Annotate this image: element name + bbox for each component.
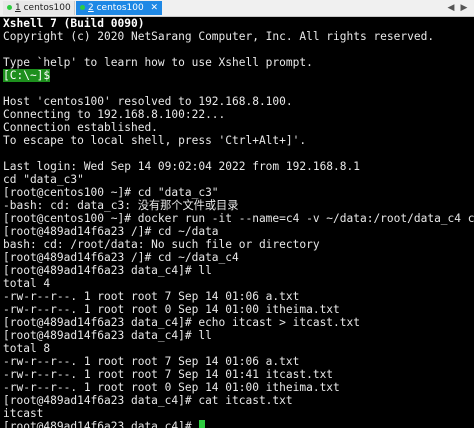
terminal-line-text: Connecting to 192.168.8.100:22... (3, 108, 226, 121)
tab-scroll-right-icon[interactable]: ▶ (459, 2, 469, 14)
terminal-line: itcast (3, 407, 474, 420)
text-cursor (199, 420, 206, 428)
terminal-line-text: total 8 (3, 342, 51, 355)
connected-status-icon (80, 4, 85, 10)
terminal-line-text: cd "data_c3" (3, 173, 84, 186)
terminal-line: total 8 (3, 342, 474, 355)
terminal-line: Last login: Wed Sep 14 09:02:04 2022 fro… (3, 160, 474, 173)
terminal-line-text: -rw-r--r--. 1 root root 0 Sep 14 01:00 i… (3, 303, 340, 316)
terminal-line: [C:\~]$ (3, 69, 474, 82)
terminal-line: [root@489ad14f6a23 data_c4]# ll (3, 264, 474, 277)
terminal-line: Connection established. (3, 121, 474, 134)
terminal-line: [root@489ad14f6a23 data_c4]# echo itcast… (3, 316, 474, 329)
tab-label: centos100 (93, 3, 144, 13)
terminal-line: To escape to local shell, press 'Ctrl+Al… (3, 134, 474, 147)
terminal-line-text: [root@centos100 ~]# docker run -it --nam… (3, 212, 474, 225)
terminal-line-text: [root@489ad14f6a23 data_c4]# ll (3, 329, 212, 342)
terminal-output[interactable]: Xshell 7 (Build 0090) Copyright (c) 2020 … (3, 17, 474, 428)
terminal-line: [root@centos100 ~]# docker run -it --nam… (3, 212, 474, 225)
terminal-line: -rw-r--r--. 1 root root 0 Sep 14 01:00 i… (3, 303, 474, 316)
tab-session-2[interactable]: 2 centos100 ✕ (76, 1, 162, 15)
terminal-line-text: -rw-r--r--. 1 root root 7 Sep 14 01:06 a… (3, 355, 300, 368)
terminal-line-text: [root@centos100 ~]# cd "data_c3" (3, 186, 219, 199)
terminal-line-text: Xshell 7 (Build 0090) (3, 17, 145, 30)
terminal-line: Host 'centos100' resolved to 192.168.8.1… (3, 95, 474, 108)
terminal-line: [root@centos100 ~]# cd "data_c3" (3, 186, 474, 199)
terminal-line-text: [root@489ad14f6a23 data_c4]# (3, 420, 199, 428)
terminal-line: bash: cd: /root/data: No such file or di… (3, 238, 474, 251)
local-shell-prompt: [C:\~]$ (3, 69, 51, 82)
terminal-line: Connecting to 192.168.8.100:22... (3, 108, 474, 121)
terminal-line-text: [root@489ad14f6a23 data_c4]# ll (3, 264, 212, 277)
terminal-line: -rw-r--r--. 1 root root 7 Sep 14 01:06 a… (3, 355, 474, 368)
terminal-line: Xshell 7 (Build 0090) (3, 17, 474, 30)
terminal-line: cd "data_c3" (3, 173, 474, 186)
terminal-line-text: [root@489ad14f6a23 data_c4]# cat itcast.… (3, 394, 293, 407)
terminal-line-text: Connection established. (3, 121, 158, 134)
terminal-line: [root@489ad14f6a23 data_c4]# (3, 420, 474, 428)
terminal-line-text: [root@489ad14f6a23 /]# cd ~/data_c4 (3, 251, 239, 264)
terminal-line-text: -rw-r--r--. 1 root root 7 Sep 14 01:41 i… (3, 368, 334, 381)
terminal-line: [root@489ad14f6a23 /]# cd ~/data_c4 (3, 251, 474, 264)
close-tab-icon[interactable]: ✕ (150, 1, 158, 15)
terminal-line-text: itcast (3, 407, 44, 420)
session-tab-bar: 1 centos100 2 centos100 ✕ ◀ ▶ (0, 0, 474, 17)
tab-session-1[interactable]: 1 centos100 (3, 1, 75, 15)
terminal-line-text: -rw-r--r--. 1 root root 7 Sep 14 01:06 a… (3, 290, 300, 303)
terminal-line: Type `help' to learn how to use Xshell p… (3, 56, 474, 69)
terminal-line-text: total 4 (3, 277, 51, 290)
terminal-line: total 4 (3, 277, 474, 290)
terminal-line: -bash: cd: data_c3: 没有那个文件或目录 (3, 199, 474, 212)
connected-status-icon (7, 4, 12, 10)
terminal-line-text: -bash: cd: data_c3: 没有那个文件或目录 (3, 199, 239, 212)
terminal-line: [root@489ad14f6a23 /]# cd ~/data (3, 225, 474, 238)
terminal-line-text: Host 'centos100' resolved to 192.168.8.1… (3, 95, 293, 108)
terminal-line-text: Type `help' to learn how to use Xshell p… (3, 56, 313, 69)
terminal-line: -rw-r--r--. 1 root root 7 Sep 14 01:41 i… (3, 368, 474, 381)
terminal-line: [root@489ad14f6a23 data_c4]# cat itcast.… (3, 394, 474, 407)
terminal-line-text: Last login: Wed Sep 14 09:02:04 2022 fro… (3, 160, 360, 173)
terminal-line: Copyright (c) 2020 NetSarang Computer, I… (3, 30, 474, 43)
terminal-line: -rw-r--r--. 1 root root 7 Sep 14 01:06 a… (3, 290, 474, 303)
terminal-line-text: To escape to local shell, press 'Ctrl+Al… (3, 134, 307, 147)
terminal-line-text: [root@489ad14f6a23 /]# cd ~/data (3, 225, 219, 238)
tab-label: centos100 (20, 3, 71, 13)
terminal-line-text: [root@489ad14f6a23 data_c4]# echo itcast… (3, 316, 360, 329)
terminal-line: [root@489ad14f6a23 data_c4]# ll (3, 329, 474, 342)
terminal-line-text: bash: cd: /root/data: No such file or di… (3, 238, 320, 251)
tab-scroll-left-icon[interactable]: ◀ (446, 2, 456, 14)
terminal-line-text: -rw-r--r--. 1 root root 0 Sep 14 01:00 i… (3, 381, 340, 394)
terminal-line-text: Copyright (c) 2020 NetSarang Computer, I… (3, 30, 435, 43)
terminal-line: -rw-r--r--. 1 root root 0 Sep 14 01:00 i… (3, 381, 474, 394)
